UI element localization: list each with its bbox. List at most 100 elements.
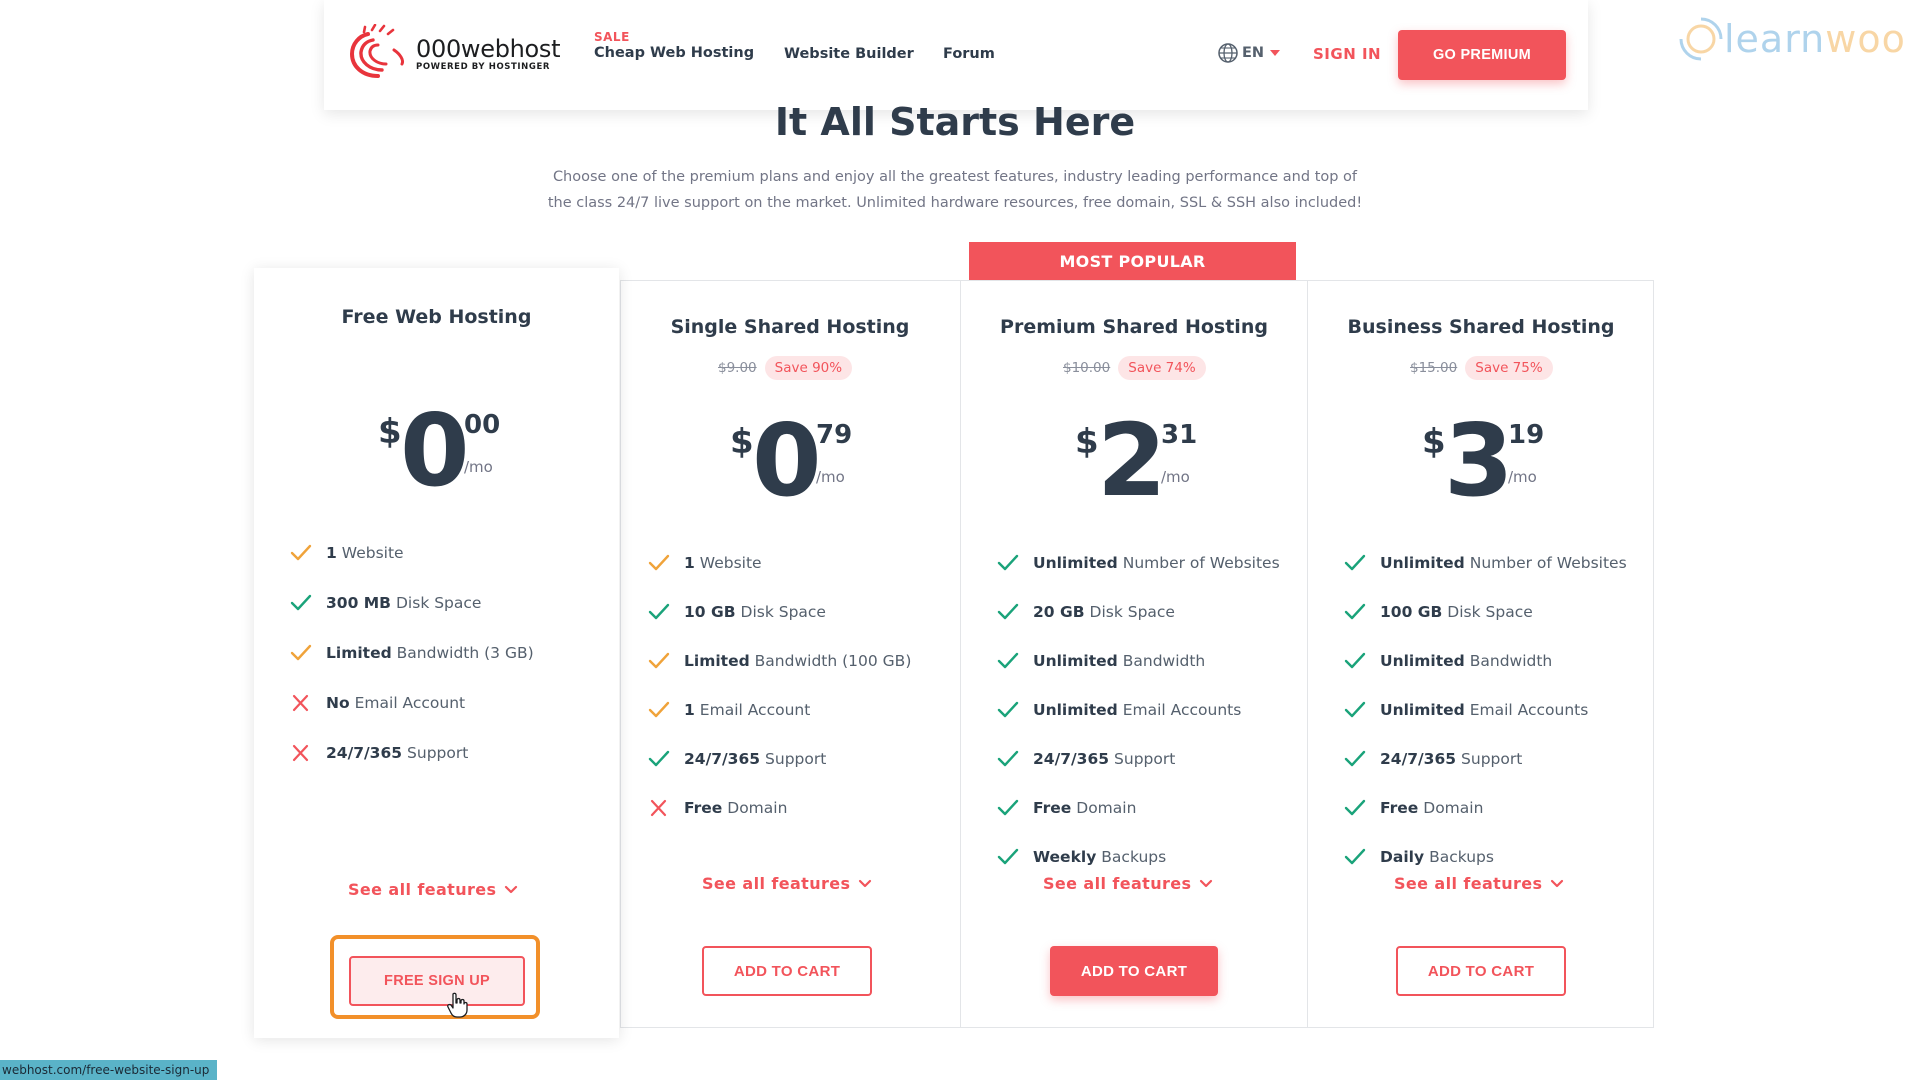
red-cross-icon <box>292 694 309 712</box>
green-check-icon <box>997 603 1019 619</box>
green-check-icon <box>1344 652 1366 668</box>
green-check-icon <box>1344 554 1366 570</box>
feature-item: Unlimited Bandwidth <box>1344 636 1627 685</box>
see-all-features-link[interactable]: See all features <box>702 874 872 893</box>
per-month: /mo <box>1161 468 1190 486</box>
feature-label: Email Account <box>354 694 466 712</box>
swirl-logo-icon <box>349 24 404 78</box>
nav-cheap-label: Cheap Web Hosting <box>594 45 755 61</box>
currency-symbol: $ <box>1075 422 1099 462</box>
orange-check-icon <box>648 554 670 570</box>
chevron-down-icon <box>1551 879 1564 887</box>
nav-cheap-hosting[interactable]: SALE Cheap Web Hosting <box>594 30 754 61</box>
free-sign-up-button[interactable]: FREE SIGN UP <box>349 956 525 1006</box>
feature-item: 100 GB Disk Space <box>1344 587 1627 636</box>
feature-label: Number of Websites <box>1469 553 1627 572</box>
sale-tag: SALE <box>594 30 630 44</box>
feature-item: 1 Website <box>290 528 534 578</box>
status-bar-url: webhost.com/free-website-sign-up <box>0 1060 217 1080</box>
price-integer: 2 <box>1097 402 1167 519</box>
old-price: $9.00 <box>718 360 757 376</box>
plan-title: Single Shared Hosting <box>670 316 910 338</box>
feature-label: Backups <box>1101 847 1167 866</box>
feature-value: Unlimited <box>1380 700 1465 719</box>
feature-value: Unlimited <box>1033 700 1118 719</box>
feature-item: Unlimited Email Accounts <box>1344 685 1627 734</box>
feature-value: 24/7/365 <box>1033 749 1110 768</box>
feature-value: 24/7/365 <box>326 744 403 762</box>
plan-old-price: $15.00 Save 75% <box>1410 356 1553 380</box>
currency-symbol: $ <box>730 422 754 462</box>
plan-price: $ 2 31 /mo <box>1075 406 1225 518</box>
feature-item: Limited Bandwidth (100 GB) <box>648 636 911 685</box>
plan-business: Business Shared Hosting $15.00 Save 75% … <box>1308 280 1654 1028</box>
sign-in-link[interactable]: SIGN IN <box>1313 45 1381 63</box>
feature-value: Unlimited <box>1033 651 1118 670</box>
site-header: 000webhost POWERED BY HOSTINGER SALE Che… <box>324 0 1588 110</box>
feature-item: Unlimited Number of Websites <box>997 538 1280 587</box>
feature-item: 24/7/365 Support <box>648 734 911 783</box>
add-to-cart-button[interactable]: ADD TO CART <box>1396 946 1566 996</box>
feature-label: Disk Space <box>740 602 826 621</box>
nav-forum[interactable]: Forum <box>943 46 995 62</box>
feature-label: Domain <box>727 798 788 817</box>
logo[interactable]: 000webhost POWERED BY HOSTINGER <box>344 24 561 84</box>
caret-down-icon <box>1270 50 1281 56</box>
nav-website-builder[interactable]: Website Builder <box>784 46 914 62</box>
feature-label: Number of Websites <box>1122 553 1280 572</box>
green-check-icon <box>997 652 1019 668</box>
see-all-features-link[interactable]: See all features <box>1394 874 1564 893</box>
feature-value: 1 <box>326 544 337 562</box>
price-cents: 79 <box>816 420 853 450</box>
feature-item: 20 GB Disk Space <box>997 587 1280 636</box>
green-check-icon <box>1344 750 1366 766</box>
go-premium-button[interactable]: GO PREMIUM <box>1398 30 1566 80</box>
green-check-icon <box>997 848 1019 864</box>
feature-item: 1 Email Account <box>648 685 911 734</box>
feature-value: 24/7/365 <box>684 749 761 768</box>
currency-symbol: $ <box>1422 422 1446 462</box>
language-label: EN <box>1242 45 1265 61</box>
chevron-down-icon <box>1200 879 1213 887</box>
feature-label: Backups <box>1429 847 1494 866</box>
feature-item: Free Domain <box>1344 783 1627 832</box>
feature-value: 20 GB <box>1033 602 1085 621</box>
see-all-features-link[interactable]: See all features <box>1043 874 1213 893</box>
see-all-label: See all features <box>348 880 497 899</box>
plan-price: $ 0 79 /mo <box>730 406 880 518</box>
price-cents: 19 <box>1508 420 1545 450</box>
orange-check-icon <box>290 544 312 561</box>
feature-item: Free Domain <box>648 783 911 832</box>
page-subtitle: Choose one of the premium plans and enjo… <box>547 169 1363 211</box>
language-selector[interactable]: EN <box>1217 42 1281 64</box>
see-all-label: See all features <box>1043 874 1192 893</box>
feature-list: 1 Website 300 MB Disk Space Limited Bandwid… <box>290 528 534 778</box>
feature-value: Unlimited <box>1380 651 1465 670</box>
currency-symbol: $ <box>378 412 402 452</box>
plan-premium: Premium Shared Hosting $10.00 Save 74% $… <box>961 280 1307 1028</box>
feature-item: 300 MB Disk Space <box>290 578 534 628</box>
feature-value: Weekly <box>1033 847 1097 866</box>
green-check-icon <box>290 594 312 611</box>
green-check-icon <box>1344 848 1366 864</box>
add-to-cart-button[interactable]: ADD TO CART <box>1050 946 1218 996</box>
feature-list: Unlimited Number of Websites 20 GB Disk Sp… <box>997 538 1280 881</box>
green-check-icon <box>1344 603 1366 619</box>
watermark-woo: woo <box>1825 17 1906 61</box>
per-month: /mo <box>464 458 493 476</box>
plan-title: Premium Shared Hosting <box>1000 316 1268 338</box>
per-month: /mo <box>1508 468 1537 486</box>
see-all-features-link[interactable]: See all features <box>348 880 518 899</box>
plan-old-price: $10.00 Save 74% <box>1063 356 1206 380</box>
watermark-learn: learn <box>1724 17 1826 61</box>
plan-price: $ 0 00 /mo <box>378 396 528 508</box>
feature-label: Email Account <box>699 700 811 719</box>
feature-value: Limited <box>326 644 392 662</box>
feature-value: 300 MB <box>326 594 391 612</box>
add-to-cart-button[interactable]: ADD TO CART <box>702 946 872 996</box>
plan-price: $ 3 19 /mo <box>1422 406 1572 518</box>
feature-value: 100 GB <box>1380 602 1443 621</box>
save-badge: Save 74% <box>1118 356 1206 380</box>
save-badge: Save 90% <box>764 356 853 380</box>
old-price: $10.00 <box>1063 360 1111 376</box>
